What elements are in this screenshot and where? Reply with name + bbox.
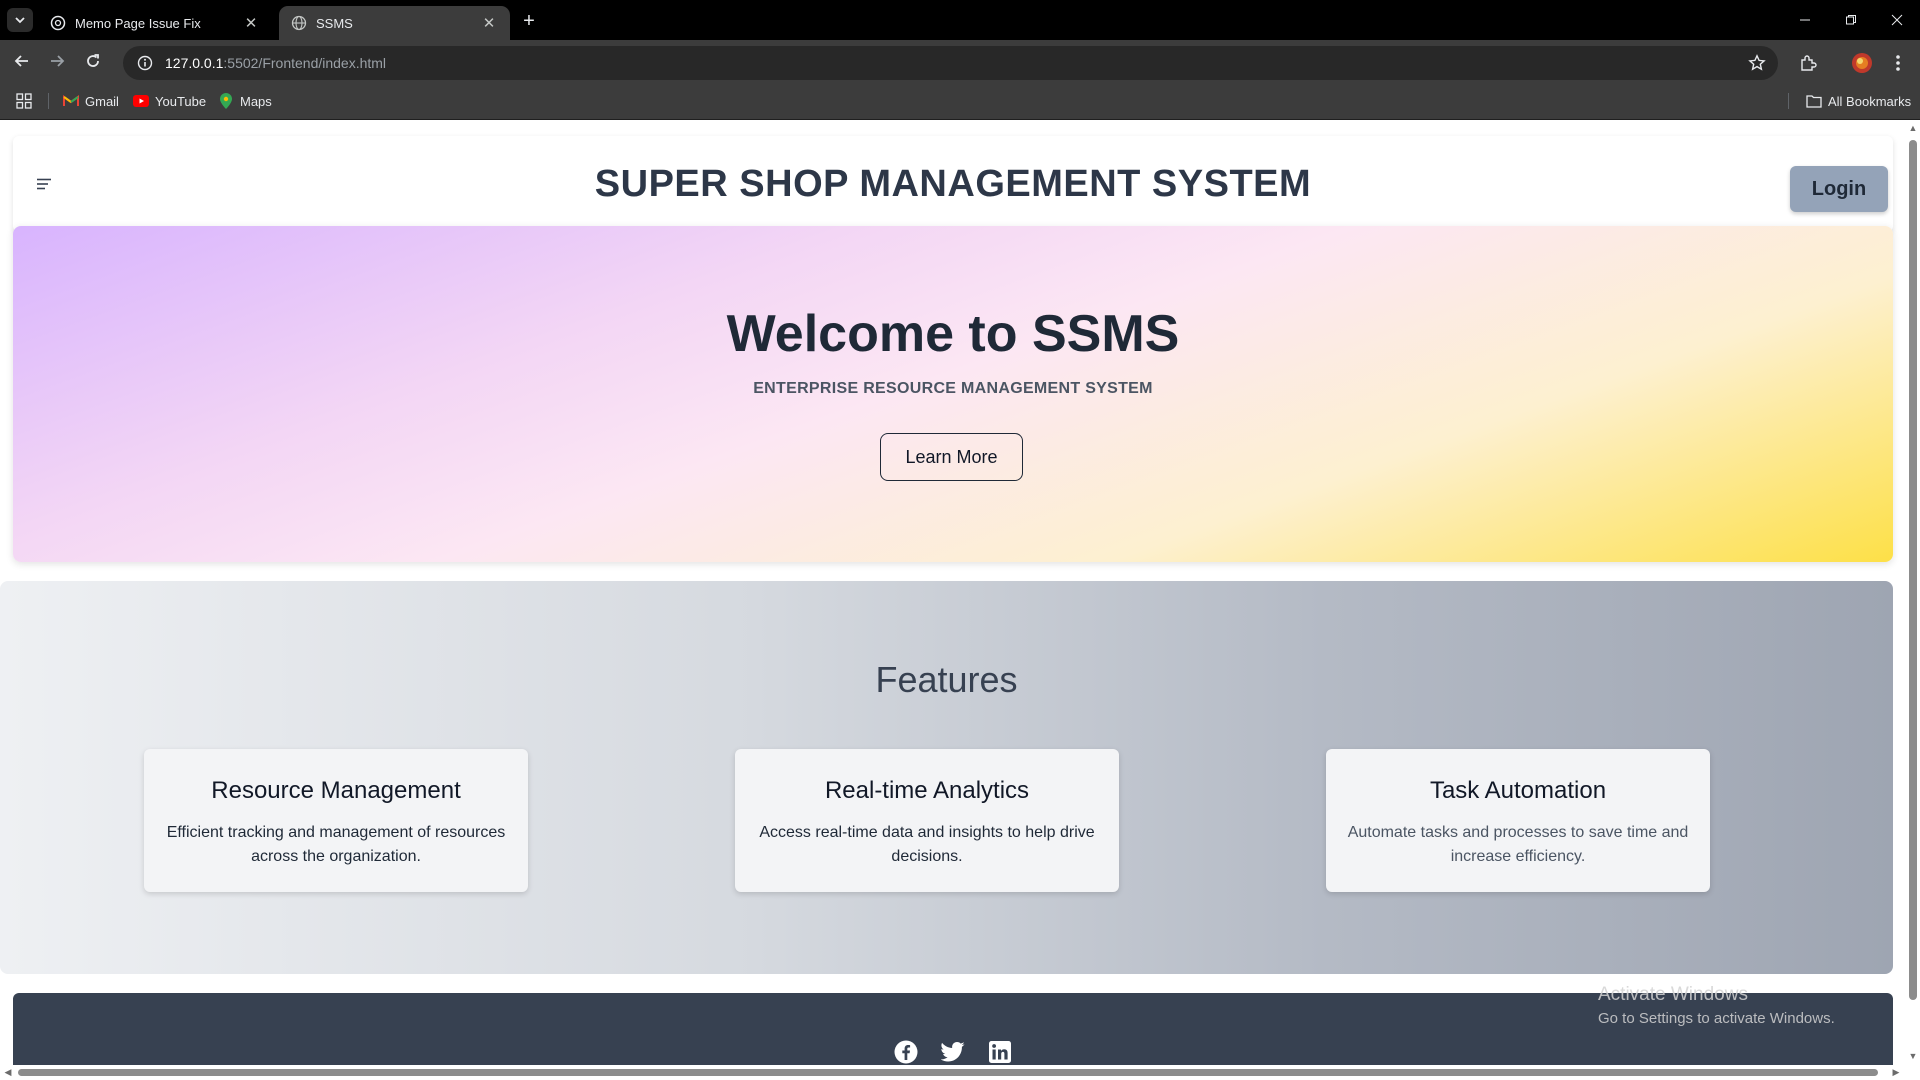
url-path: :5502/Frontend/index.html	[223, 55, 387, 71]
minimize-icon[interactable]	[1782, 0, 1828, 40]
browser-tab-bar: Memo Page Issue Fix ✕ SSMS ✕ +	[0, 0, 1920, 40]
feature-card-text: Automate tasks and processes to save tim…	[1347, 824, 1689, 865]
scroll-right-icon[interactable]: ▶	[1891, 1067, 1901, 1077]
apps-icon[interactable]	[16, 91, 32, 111]
back-icon[interactable]	[10, 49, 34, 73]
window-close-icon[interactable]	[1874, 0, 1920, 40]
features-title: Features	[875, 659, 1018, 700]
chevron-down-icon	[15, 17, 25, 24]
browser-tab-memo[interactable]: Memo Page Issue Fix ✕	[38, 6, 272, 40]
twitter-icon[interactable]	[940, 1039, 966, 1065]
hero-title: Welcome to SSMS	[726, 305, 1180, 363]
feature-card-title: Real-time Analytics	[824, 777, 1030, 804]
feature-card: Task Automation Automate tasks and proce…	[1326, 749, 1710, 892]
horizontal-scrollbar[interactable]: ◀ ▶	[0, 1065, 1906, 1080]
new-tab-icon[interactable]: +	[518, 10, 540, 32]
windows-activation-watermark: Activate Windows Go to Settings to activ…	[1598, 984, 1835, 1027]
chatgpt-icon	[50, 15, 66, 31]
feature-card: Resource Management Efficient tracking a…	[144, 749, 528, 892]
bookmark-maps[interactable]: Maps	[218, 91, 272, 111]
bookmark-label: YouTube	[155, 93, 207, 109]
feature-card-title: Task Automation	[1429, 777, 1607, 804]
youtube-icon	[133, 93, 149, 109]
profile-avatar[interactable]	[1848, 49, 1876, 77]
all-bookmarks-label: All Bookmarks	[1828, 93, 1912, 109]
feature-card: Real-time Analytics Access real-time dat…	[735, 749, 1119, 892]
site-info-icon[interactable]	[135, 53, 155, 73]
tab-search-button[interactable]	[7, 8, 33, 32]
vertical-scrollbar[interactable]: ▲ ▼	[1906, 120, 1920, 1065]
gmail-icon	[63, 93, 79, 109]
address-bar[interactable]: 127.0.0.1:5502/Frontend/index.html	[123, 46, 1778, 80]
feature-card-text: Efficient tracking and management of res…	[166, 824, 506, 865]
more-menu-icon[interactable]	[1884, 49, 1912, 77]
page-viewport: SUPER SHOP MANAGEMENT SYSTEM Login Welco…	[0, 120, 1906, 1065]
bookmark-youtube[interactable]: YouTube	[133, 91, 206, 111]
facebook-icon[interactable]	[893, 1039, 919, 1065]
feature-card-title: Resource Management	[211, 777, 461, 804]
bookmark-label: Maps	[240, 93, 272, 109]
browser-tab-ssms[interactable]: SSMS ✕	[279, 6, 510, 40]
hero-subtitle: ENTERPRISE RESOURCE MANAGEMENT SYSTEM	[753, 380, 1153, 397]
divider	[1788, 93, 1789, 109]
site-title: SUPER SHOP MANAGEMENT SYSTEM	[594, 163, 1312, 205]
learn-more-button[interactable]: Learn More	[880, 433, 1023, 481]
scroll-up-icon[interactable]: ▲	[1908, 123, 1918, 133]
divider	[48, 93, 49, 109]
globe-icon	[291, 15, 307, 31]
features-section: Features Resource Management Efficient t…	[0, 581, 1893, 974]
watermark-line1: Activate Windows	[1598, 984, 1748, 1005]
feature-card-text: Access real-time data and insights to he…	[759, 824, 1095, 865]
watermark-line2: Go to Settings to activate Windows.	[1598, 1010, 1835, 1027]
url-host: 127.0.0.1	[165, 55, 224, 71]
scroll-down-icon[interactable]: ▼	[1908, 1051, 1918, 1061]
extensions-icon[interactable]	[1794, 49, 1822, 77]
restore-icon[interactable]	[1828, 0, 1874, 40]
close-icon[interactable]: ✕	[480, 14, 498, 32]
reload-icon[interactable]	[81, 49, 105, 73]
scroll-left-icon[interactable]: ◀	[3, 1067, 13, 1077]
hero-section: Welcome to SSMS ENTERPRISE RESOURCE MANA…	[13, 226, 1893, 562]
site-header: SUPER SHOP MANAGEMENT SYSTEM Login	[13, 136, 1893, 232]
scrollbar-thumb[interactable]	[18, 1069, 1878, 1076]
forward-icon[interactable]	[45, 49, 69, 73]
close-icon[interactable]: ✕	[242, 14, 260, 32]
scrollbar-thumb[interactable]	[1909, 140, 1917, 1000]
folder-icon	[1806, 93, 1822, 109]
all-bookmarks[interactable]: All Bookmarks	[1806, 91, 1911, 111]
tab-title: SSMS	[316, 15, 353, 31]
login-button[interactable]: Login	[1790, 166, 1888, 212]
maps-icon	[218, 93, 234, 109]
tab-title: Memo Page Issue Fix	[75, 15, 201, 31]
bookmark-gmail[interactable]: Gmail	[63, 91, 119, 111]
linkedin-icon[interactable]	[987, 1039, 1013, 1065]
bookmarks-bar: Gmail YouTube Maps All Bookmarks	[0, 82, 1920, 120]
bookmark-label: Gmail	[85, 93, 119, 109]
bookmark-star-icon[interactable]	[1746, 52, 1768, 74]
